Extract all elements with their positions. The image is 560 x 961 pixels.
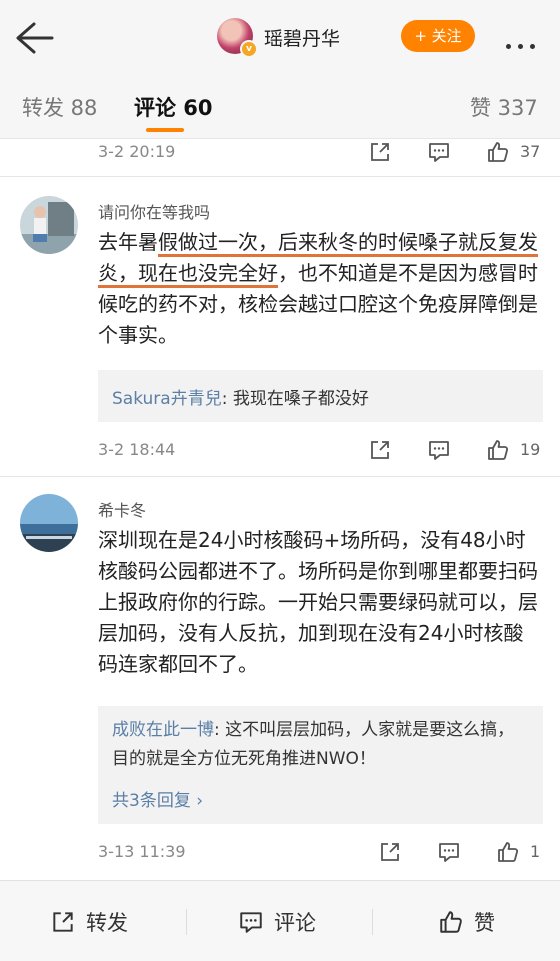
like-icon[interactable] [496, 840, 520, 864]
like-count: 1 [530, 842, 541, 861]
commenter-avatar[interactable] [20, 494, 78, 552]
comment-text: 去年暑假做过一次，后来秋冬的时候嗓子就反复发炎，现在也没完全好，也不知道是不是因… [98, 227, 543, 351]
comment-text-part: 去年暑 [98, 230, 158, 254]
like-icon[interactable] [486, 438, 510, 462]
share-icon[interactable] [368, 438, 392, 462]
comment-label: 评论 [274, 911, 316, 935]
reply-author[interactable]: Sakura卉青兒 [112, 389, 222, 409]
more-options-icon[interactable] [506, 34, 546, 49]
repost-icon [53, 912, 73, 932]
comment-meta-row: 3-2 18:44 19 [0, 436, 560, 466]
reply-preview[interactable]: Sakura卉青兒: 我现在嗓子都没好 [98, 370, 543, 422]
tab-repost[interactable]: 转发 88 [22, 92, 97, 122]
follow-button[interactable]: + 关注 [401, 20, 475, 52]
comment-text: 深圳现在是24小时核酸码+场所码，没有48小时核酸码公园都进不了。场所码是你到哪… [98, 528, 538, 676]
bottom-action-bar: 转发 评论 赞 [0, 880, 560, 961]
back-arrow-icon[interactable] [14, 20, 54, 56]
comment-time: 3-2 18:44 [98, 440, 176, 459]
commenter-name[interactable]: 请问你在等我吗 [98, 199, 210, 223]
like-count: 19 [520, 440, 541, 459]
active-tab-indicator [146, 128, 184, 132]
like-icon [440, 911, 462, 933]
view-more-replies-link[interactable]: 共3条回复 › [112, 786, 203, 811]
comment-icon[interactable] [427, 438, 451, 462]
repost-label: 转发 [86, 911, 128, 935]
share-icon[interactable] [368, 140, 392, 164]
comment-time: 3-2 20:19 [98, 142, 176, 161]
comment-button[interactable]: 评论 [238, 907, 338, 937]
like-count: 37 [520, 142, 541, 161]
tab-likes[interactable]: 赞 337 [470, 92, 538, 122]
commenter-name[interactable]: 希卡冬 [98, 497, 146, 521]
share-icon[interactable] [378, 840, 402, 864]
comment-divider [0, 476, 560, 477]
author-name[interactable]: 瑶碧丹华 [264, 24, 340, 51]
comment-icon[interactable] [437, 840, 461, 864]
comment-time: 3-13 11:39 [98, 842, 186, 861]
like-label: 赞 [474, 911, 495, 935]
verified-badge-icon: v [240, 40, 258, 58]
highlighted-text: 假做过一次，后来秋冬的时候嗓子就 [158, 230, 478, 254]
comment-icon [240, 912, 262, 933]
reply-preview[interactable]: 成败在此一博: 这不叫层层加码，人家就是要这么搞，目的就是全方位无死角推进NWO… [98, 706, 543, 824]
reply-author[interactable]: 成败在此一博 [112, 720, 214, 740]
comment-divider [0, 176, 560, 177]
top-bar: v 瑶碧丹华 + 关注 [0, 0, 560, 72]
bottom-separator [372, 909, 373, 935]
like-icon[interactable] [486, 140, 510, 164]
tab-comments[interactable]: 评论 60 [134, 92, 213, 122]
commenter-avatar[interactable] [20, 196, 78, 254]
comment-meta-row: 3-13 11:39 1 [0, 838, 560, 868]
reply-text: : 我现在嗓子都没好 [221, 389, 369, 409]
tab-bar: 转发 88 评论 60 赞 337 [0, 72, 560, 138]
bottom-separator [186, 909, 187, 935]
comment-icon[interactable] [427, 140, 451, 164]
comment-meta-row: 3-2 20:19 37 [0, 138, 560, 168]
repost-button[interactable]: 转发 [50, 907, 150, 937]
like-button[interactable]: 赞 [438, 907, 518, 937]
